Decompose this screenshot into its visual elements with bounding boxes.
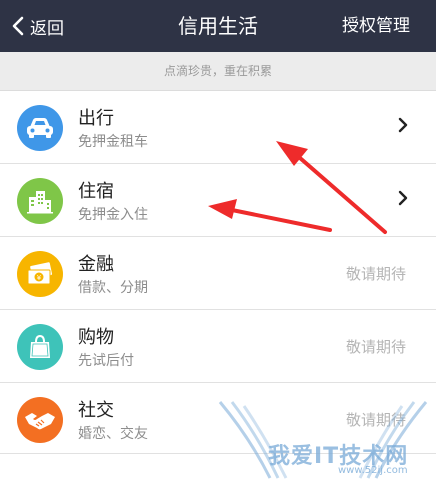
coming-soon-label: 敬请期待 bbox=[345, 411, 406, 429]
list-item-subtitle: 借款、分期 bbox=[78, 280, 148, 296]
list-item-shopping[interactable]: 购物 先试后付 敬请期待 bbox=[0, 310, 436, 383]
list-item-title: 购物 bbox=[78, 327, 114, 348]
list-item-subtitle: 免押金入住 bbox=[78, 207, 148, 223]
navbar: 返回 信用生活 授权管理 bbox=[0, 0, 436, 52]
shopping-bag-icon bbox=[17, 324, 63, 370]
list-item-subtitle: 免押金租车 bbox=[78, 134, 148, 150]
service-list: 出行 免押金租车 住宿 免押金入住 ¥ 金融 借款、分期 敬请期待 购物 先试后… bbox=[0, 91, 436, 454]
car-icon bbox=[17, 105, 63, 151]
list-item-subtitle: 先试后付 bbox=[78, 353, 134, 369]
list-item-lodging[interactable]: 住宿 免押金入住 bbox=[0, 164, 436, 237]
svg-text:¥: ¥ bbox=[37, 274, 42, 282]
list-item-travel[interactable]: 出行 免押金租车 bbox=[0, 91, 436, 164]
list-item-title: 金融 bbox=[78, 254, 114, 275]
list-item-finance[interactable]: ¥ 金融 借款、分期 敬请期待 bbox=[0, 237, 436, 310]
list-item-title: 住宿 bbox=[78, 181, 114, 202]
handshake-icon bbox=[17, 397, 63, 443]
money-icon: ¥ bbox=[17, 251, 63, 297]
back-label: 返回 bbox=[30, 18, 64, 39]
chevron-left-icon bbox=[12, 16, 24, 36]
list-item-subtitle: 婚恋、交友 bbox=[78, 426, 148, 442]
back-button[interactable]: 返回 bbox=[12, 0, 64, 52]
authorization-management-button[interactable]: 授权管理 bbox=[342, 0, 410, 52]
list-item-title: 社交 bbox=[78, 400, 114, 421]
chevron-right-icon bbox=[398, 117, 408, 133]
list-item-title: 出行 bbox=[78, 108, 114, 129]
coming-soon-label: 敬请期待 bbox=[345, 338, 406, 356]
list-item-social[interactable]: 社交 婚恋、交友 敬请期待 bbox=[0, 383, 436, 454]
building-icon bbox=[17, 178, 63, 224]
coming-soon-label: 敬请期待 bbox=[345, 265, 406, 283]
watermark-url: www.52ij.com bbox=[338, 465, 408, 476]
chevron-right-icon bbox=[398, 190, 408, 206]
slogan-banner: 点滴珍贵，重在积累 bbox=[0, 52, 436, 91]
